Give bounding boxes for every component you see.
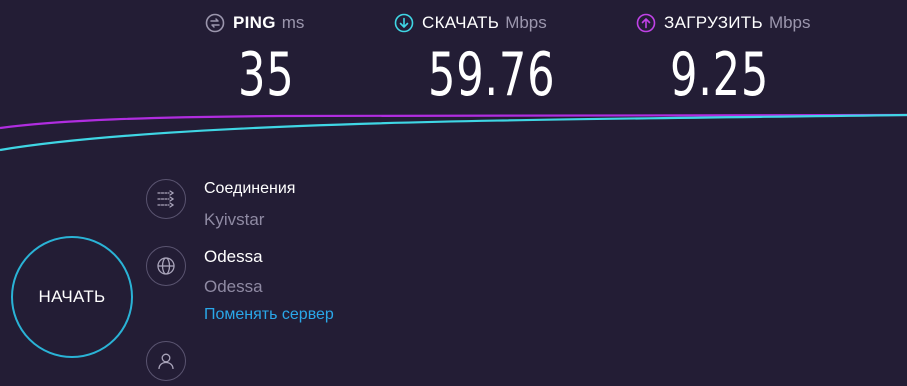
download-arrow-icon [394,13,414,33]
server-name: Odessa [204,247,263,266]
server-location: Odessa [204,277,263,296]
download-header: СКАЧАТЬ Mbps [394,10,547,36]
upload-header: ЗАГРУЗИТЬ Mbps [636,10,811,36]
upload-metric: ЗАГРУЗИТЬ Mbps 9.25 [636,10,811,110]
download-speed-line [0,113,907,152]
start-button[interactable]: НАЧАТЬ [11,236,133,358]
download-unit: Mbps [505,13,547,32]
ping-unit: ms [281,13,305,32]
speed-graph [0,113,907,152]
ping-metric: PING ms 35 [205,10,304,110]
provider-name: Kyivstar [204,210,265,229]
upload-arrow-icon [636,13,656,33]
globe-icon[interactable] [146,246,186,286]
ping-icon [205,13,225,33]
upload-unit: Mbps [768,13,811,32]
user-icon[interactable] [146,341,186,381]
ping-header: PING ms [205,10,304,36]
change-server-link[interactable]: Поменять сервер [204,306,334,324]
connections-title: Соединения [204,180,296,197]
download-metric: СКАЧАТЬ Mbps 59.76 [394,10,555,110]
upload-label: ЗАГРУЗИТЬ [664,13,763,32]
connections-icon[interactable] [146,179,186,219]
start-button-label: НАЧАТЬ [38,287,106,306]
ping-label: PING [233,13,276,32]
download-label: СКАЧАТЬ [422,13,500,32]
